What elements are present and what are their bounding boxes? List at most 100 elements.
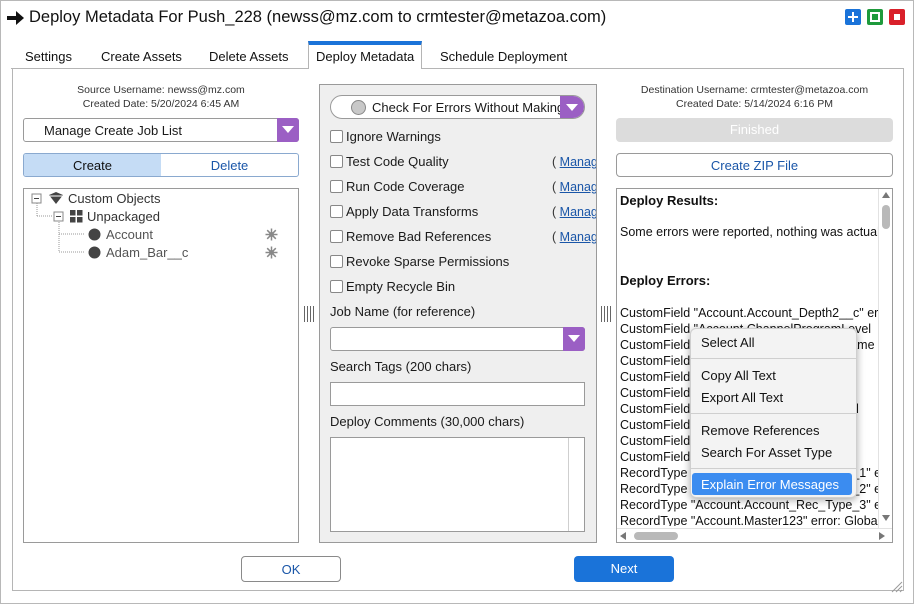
delete-tab-button[interactable]: Delete: [161, 154, 298, 176]
circle-icon: [88, 228, 101, 241]
check-mode-dropdown[interactable]: Check For Errors Without Making Changes: [330, 95, 585, 119]
option-apply-data-transforms[interactable]: Apply Data Transforms: [330, 204, 530, 220]
manage-run-code-coverage: ( Manage: [552, 180, 596, 194]
manage-apply-data-transforms: ( Manage: [552, 205, 596, 219]
circle-icon: [88, 246, 101, 259]
grid-icon: [70, 210, 83, 223]
tab-create-assets[interactable]: Create Assets: [97, 49, 186, 69]
maximize-button[interactable]: [845, 9, 861, 25]
diamond-icon: [49, 192, 63, 204]
option-revoke-sparse-permissions[interactable]: Revoke Sparse Permissions: [330, 254, 530, 270]
search-tags-input[interactable]: [330, 382, 585, 406]
checkbox[interactable]: [330, 255, 343, 268]
scroll-right-icon[interactable]: [879, 532, 885, 540]
tab-schedule-deployment[interactable]: Schedule Deployment: [436, 49, 571, 69]
close-button[interactable]: [889, 9, 905, 25]
tree-group-label[interactable]: Unpackaged: [87, 209, 160, 224]
gear-icon[interactable]: [265, 228, 278, 241]
job-list-dropdown[interactable]: Manage Create Job List: [23, 118, 299, 142]
menu-search-for-asset-type[interactable]: Search For Asset Type: [701, 445, 832, 460]
errors-heading: Deploy Errors:: [620, 273, 711, 288]
create-tab-button[interactable]: Create: [24, 154, 161, 176]
scroll-up-icon[interactable]: [882, 192, 890, 198]
tab-delete-assets[interactable]: Delete Assets: [205, 49, 293, 69]
manage-link[interactable]: Manage: [560, 230, 596, 244]
checkbox[interactable]: [330, 155, 343, 168]
option-label: Revoke Sparse Permissions: [346, 254, 510, 269]
destination-username: Destination Username: crmtester@metazoa.…: [640, 84, 869, 96]
create-zip-button[interactable]: Create ZIP File: [616, 153, 893, 177]
job-name-dropdown[interactable]: [330, 327, 585, 351]
checkbox[interactable]: [330, 280, 343, 293]
option-test-code-quality[interactable]: Test Code Quality: [330, 154, 530, 170]
menu-separator: [691, 468, 856, 469]
deploy-comments-label: Deploy Comments (30,000 chars): [330, 414, 525, 429]
option-ignore-warnings[interactable]: Ignore Warnings: [330, 129, 530, 145]
resize-grip-icon[interactable]: [889, 579, 903, 593]
tree-root-label[interactable]: Custom Objects: [68, 191, 160, 206]
option-label: Remove Bad References: [346, 229, 492, 244]
comments-scrollbar[interactable]: [568, 438, 584, 531]
option-empty-recycle-bin[interactable]: Empty Recycle Bin: [330, 279, 530, 295]
menu-separator: [691, 358, 856, 359]
next-button[interactable]: Next: [574, 556, 674, 582]
scroll-left-icon[interactable]: [620, 532, 626, 540]
scroll-down-icon[interactable]: [882, 515, 890, 521]
option-run-code-coverage[interactable]: Run Code Coverage: [330, 179, 530, 195]
stop-icon: [894, 14, 900, 20]
menu-explain-error-messages[interactable]: Explain Error Messages: [701, 477, 839, 492]
scroll-thumb[interactable]: [634, 532, 678, 540]
finished-button[interactable]: Finished: [616, 118, 893, 142]
right-splitter-handle[interactable]: [601, 306, 611, 322]
manage-link[interactable]: Manage: [560, 180, 596, 194]
menu-separator: [691, 413, 856, 414]
deploy-dialog: Deploy Metadata For Push_228 (newss@mz.c…: [0, 0, 914, 604]
square-icon: [870, 12, 880, 22]
chevron-down-icon[interactable]: [277, 118, 299, 142]
restore-button[interactable]: [867, 9, 883, 25]
job-list-value: Manage Create Job List: [44, 123, 183, 138]
source-username: Source Username: newss@mz.com: [77, 84, 245, 96]
checkbox[interactable]: [330, 180, 343, 193]
paren: (: [552, 205, 557, 219]
menu-copy-all-text[interactable]: Copy All Text: [701, 368, 776, 383]
paren: (: [552, 180, 557, 194]
window-title: Deploy Metadata For Push_228 (newss@mz.c…: [29, 8, 607, 26]
results-context-menu: Select All Copy All Text Export All Text…: [690, 328, 857, 498]
chevron-down-icon[interactable]: [563, 327, 585, 351]
menu-select-all[interactable]: Select All: [701, 335, 754, 350]
checkbox[interactable]: [330, 230, 343, 243]
tree-item-account[interactable]: Account: [106, 227, 153, 242]
deploy-comments-textarea[interactable]: [330, 437, 585, 532]
asset-tree: Custom Objects Unpackaged Account Adam_B…: [23, 188, 299, 543]
left-splitter-handle[interactable]: [304, 306, 314, 322]
results-heading: Deploy Results:: [620, 193, 719, 208]
search-tags-label: Search Tags (200 chars): [330, 359, 472, 374]
job-name-label: Job Name (for reference): [330, 304, 476, 319]
results-horizontal-scrollbar[interactable]: [617, 528, 892, 542]
checkbox[interactable]: [330, 130, 343, 143]
scroll-thumb[interactable]: [882, 205, 890, 229]
results-summary: Some errors were reported, nothing was a…: [620, 225, 878, 239]
option-label: Run Code Coverage: [346, 179, 465, 194]
option-remove-bad-references[interactable]: Remove Bad References: [330, 229, 530, 245]
menu-remove-references[interactable]: Remove References: [701, 423, 820, 438]
manage-link[interactable]: Manage: [560, 205, 596, 219]
gear-icon[interactable]: [265, 246, 278, 259]
option-label: Apply Data Transforms: [346, 204, 479, 219]
chevron-down-icon[interactable]: [560, 96, 584, 118]
manage-remove-bad-references: ( Manage: [552, 230, 596, 244]
results-vertical-scrollbar[interactable]: [878, 189, 892, 529]
error-line: RecordType "Account.Account_Rec_Type_3" …: [620, 498, 878, 512]
tree-item-adam-bar[interactable]: Adam_Bar__c: [106, 245, 188, 260]
tab-deploy-metadata[interactable]: Deploy Metadata: [308, 41, 423, 70]
paren: (: [552, 230, 557, 244]
ok-button[interactable]: OK: [241, 556, 341, 582]
checkbox[interactable]: [330, 205, 343, 218]
check-mode-value: Check For Errors Without Making Changes: [372, 100, 584, 115]
menu-export-all-text[interactable]: Export All Text: [701, 390, 783, 405]
tab-settings[interactable]: Settings: [21, 49, 76, 69]
manage-link[interactable]: Manage: [560, 155, 596, 169]
create-delete-toggle: Create Delete: [23, 153, 299, 177]
paren: (: [552, 155, 557, 169]
